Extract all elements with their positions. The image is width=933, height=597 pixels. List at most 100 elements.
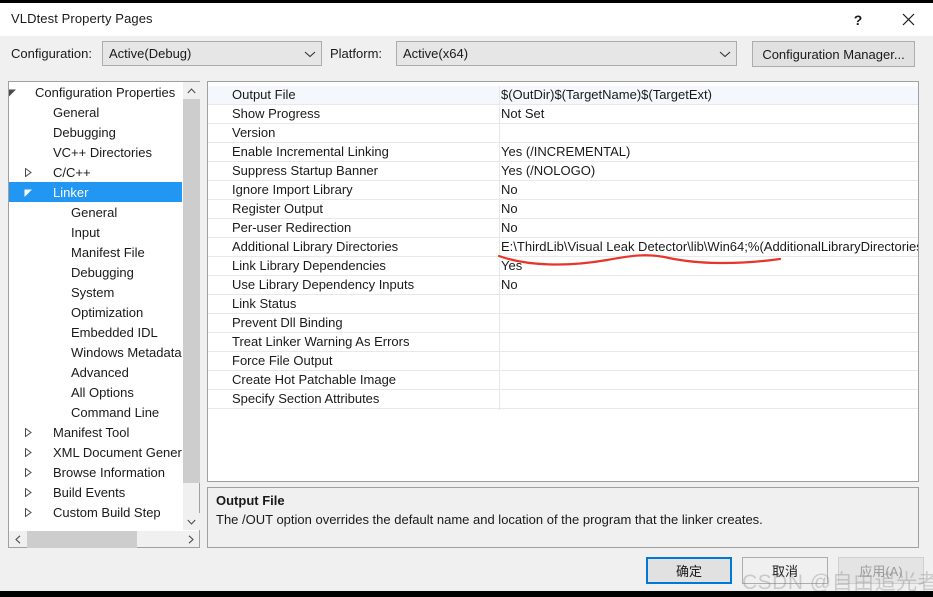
tree-expander-collapsed-icon[interactable]: [21, 502, 35, 522]
tree-item-input[interactable]: Input: [9, 222, 182, 242]
property-value[interactable]: E:\ThirdLib\Visual Leak Detector\lib\Win…: [501, 239, 918, 254]
property-value[interactable]: Yes: [501, 258, 522, 273]
tree-expander-collapsed-icon[interactable]: [21, 162, 35, 182]
property-row[interactable]: Link Library Dependencies Yes: [208, 257, 918, 276]
tree-item-label: Browse Information: [53, 464, 165, 480]
tree-list: Configuration Properties General Debugging…: [9, 82, 182, 522]
tree-item-label: Debugging: [53, 124, 116, 140]
platform-label: Platform:: [330, 46, 383, 61]
tree-item-label: Advanced: [71, 364, 129, 380]
property-row[interactable]: Per-user Redirection No: [208, 219, 918, 238]
tree-item-general[interactable]: General: [9, 102, 182, 122]
property-value[interactable]: Yes (/NOLOGO): [501, 163, 595, 178]
tree-expander-collapsed-icon[interactable]: [21, 422, 35, 442]
tree-item-system[interactable]: System: [9, 282, 182, 302]
property-row[interactable]: Show Progress Not Set: [208, 105, 918, 124]
tree-item-label: Embedded IDL: [71, 324, 158, 340]
property-name: Suppress Startup Banner: [232, 163, 378, 178]
property-row[interactable]: Use Library Dependency Inputs No: [208, 276, 918, 295]
help-icon[interactable]: ?: [835, 3, 881, 36]
property-name: Create Hot Patchable Image: [232, 372, 397, 387]
property-row[interactable]: Treat Linker Warning As Errors: [208, 333, 918, 352]
property-row[interactable]: Ignore Import Library No: [208, 181, 918, 200]
tree-item-xml-document-generator[interactable]: XML Document Generator: [9, 442, 182, 462]
tree-item-label: Input: [71, 224, 100, 240]
scroll-down-icon[interactable]: [183, 513, 200, 530]
property-row[interactable]: Output File $(OutDir)$(TargetName)$(Targe…: [208, 86, 918, 105]
description-body: The /OUT option overrides the default na…: [216, 512, 763, 527]
property-value[interactable]: No: [501, 182, 518, 197]
tree-item-custom-build-step[interactable]: Custom Build Step: [9, 502, 182, 522]
tree-item-manifest-tool[interactable]: Manifest Tool: [9, 422, 182, 442]
property-name: Prevent Dll Binding: [232, 315, 343, 330]
configuration-dropdown[interactable]: Active(Debug): [102, 41, 322, 66]
property-row[interactable]: Additional Library Directories E:\ThirdLi…: [208, 238, 918, 257]
property-value[interactable]: No: [501, 220, 518, 235]
row-column-divider: [499, 238, 500, 257]
tree-item-debugging[interactable]: Debugging: [9, 262, 182, 282]
tree-item-build-events[interactable]: Build Events: [9, 482, 182, 502]
tree-vertical-scrollbar[interactable]: [182, 82, 200, 530]
tree-item-debugging[interactable]: Debugging: [9, 122, 182, 142]
tree-item-windows-metadata[interactable]: Windows Metadata: [9, 342, 182, 362]
property-row[interactable]: Register Output No: [208, 200, 918, 219]
tree-item-label: Linker: [53, 184, 89, 200]
property-name: Register Output: [232, 201, 324, 216]
tree-item-label: C/C++: [53, 164, 91, 180]
property-value[interactable]: No: [501, 201, 518, 216]
tree-expander-expanded-icon[interactable]: [9, 82, 19, 102]
tree-item-vc-directories[interactable]: VC++ Directories: [9, 142, 182, 162]
tree-expander-expanded-icon[interactable]: [21, 182, 35, 202]
tree-item-general[interactable]: General: [9, 202, 182, 222]
tree-item-c-c[interactable]: C/C++: [9, 162, 182, 182]
property-row[interactable]: Suppress Startup Banner Yes (/NOLOGO): [208, 162, 918, 181]
ok-button[interactable]: 确定: [646, 557, 732, 584]
property-row[interactable]: Version: [208, 124, 918, 143]
property-grid-rows: Output File $(OutDir)$(TargetName)$(Targe…: [208, 86, 918, 409]
scrollbar-thumb-horizontal[interactable]: [27, 531, 137, 548]
property-row[interactable]: Link Status: [208, 295, 918, 314]
property-value[interactable]: $(OutDir)$(TargetName)$(TargetExt): [501, 87, 712, 102]
tree-item-label: All Options: [71, 384, 134, 400]
property-value[interactable]: Not Set: [501, 106, 544, 121]
chevron-down-icon: [714, 50, 736, 58]
tree-item-linker[interactable]: Linker: [9, 182, 182, 202]
tree-item-command-line[interactable]: Command Line: [9, 402, 182, 422]
property-name: Additional Library Directories: [232, 239, 399, 254]
scroll-right-icon[interactable]: [182, 531, 199, 548]
scrollbar-thumb-vertical[interactable]: [183, 99, 200, 483]
scroll-up-icon[interactable]: [183, 82, 200, 99]
property-row[interactable]: Create Hot Patchable Image: [208, 371, 918, 390]
property-name: Specify Section Attributes: [232, 391, 380, 406]
property-name: Link Library Dependencies: [232, 258, 386, 273]
window-title: VLDtest Property Pages: [11, 11, 153, 26]
close-icon[interactable]: [885, 3, 931, 36]
scroll-left-icon[interactable]: [9, 531, 26, 548]
property-row[interactable]: Force File Output: [208, 352, 918, 371]
tree-item-all-options[interactable]: All Options: [9, 382, 182, 402]
tree-item-manifest-file[interactable]: Manifest File: [9, 242, 182, 262]
tree-expander-collapsed-icon[interactable]: [21, 462, 35, 482]
tree-item-label: Build Events: [53, 484, 126, 500]
tree-item-advanced[interactable]: Advanced: [9, 362, 182, 382]
property-row[interactable]: Specify Section Attributes: [208, 390, 918, 409]
tree-item-configuration-properties[interactable]: Configuration Properties: [9, 82, 182, 102]
platform-dropdown[interactable]: Active(x64): [396, 41, 737, 66]
tree-item-label: System: [71, 284, 115, 300]
tree-expander-collapsed-icon[interactable]: [21, 442, 35, 462]
tree-item-label: Manifest Tool: [53, 424, 130, 440]
tree-item-browse-information[interactable]: Browse Information: [9, 462, 182, 482]
tree-expander-collapsed-icon[interactable]: [21, 482, 35, 502]
tree-item-label: XML Document Generator: [53, 444, 182, 460]
property-value[interactable]: No: [501, 277, 518, 292]
configuration-value: Active(Debug): [109, 46, 192, 61]
property-row[interactable]: Prevent Dll Binding: [208, 314, 918, 333]
description-title: Output File: [216, 493, 285, 508]
property-row[interactable]: Enable Incremental Linking Yes (/INCREMEN…: [208, 143, 918, 162]
cancel-button[interactable]: 取消: [742, 557, 828, 584]
configuration-manager-button[interactable]: Configuration Manager...: [752, 41, 915, 67]
property-value[interactable]: Yes (/INCREMENTAL): [501, 144, 630, 159]
tree-horizontal-scrollbar[interactable]: [9, 530, 199, 548]
tree-item-optimization[interactable]: Optimization: [9, 302, 182, 322]
tree-item-embedded-idl[interactable]: Embedded IDL: [9, 322, 182, 342]
